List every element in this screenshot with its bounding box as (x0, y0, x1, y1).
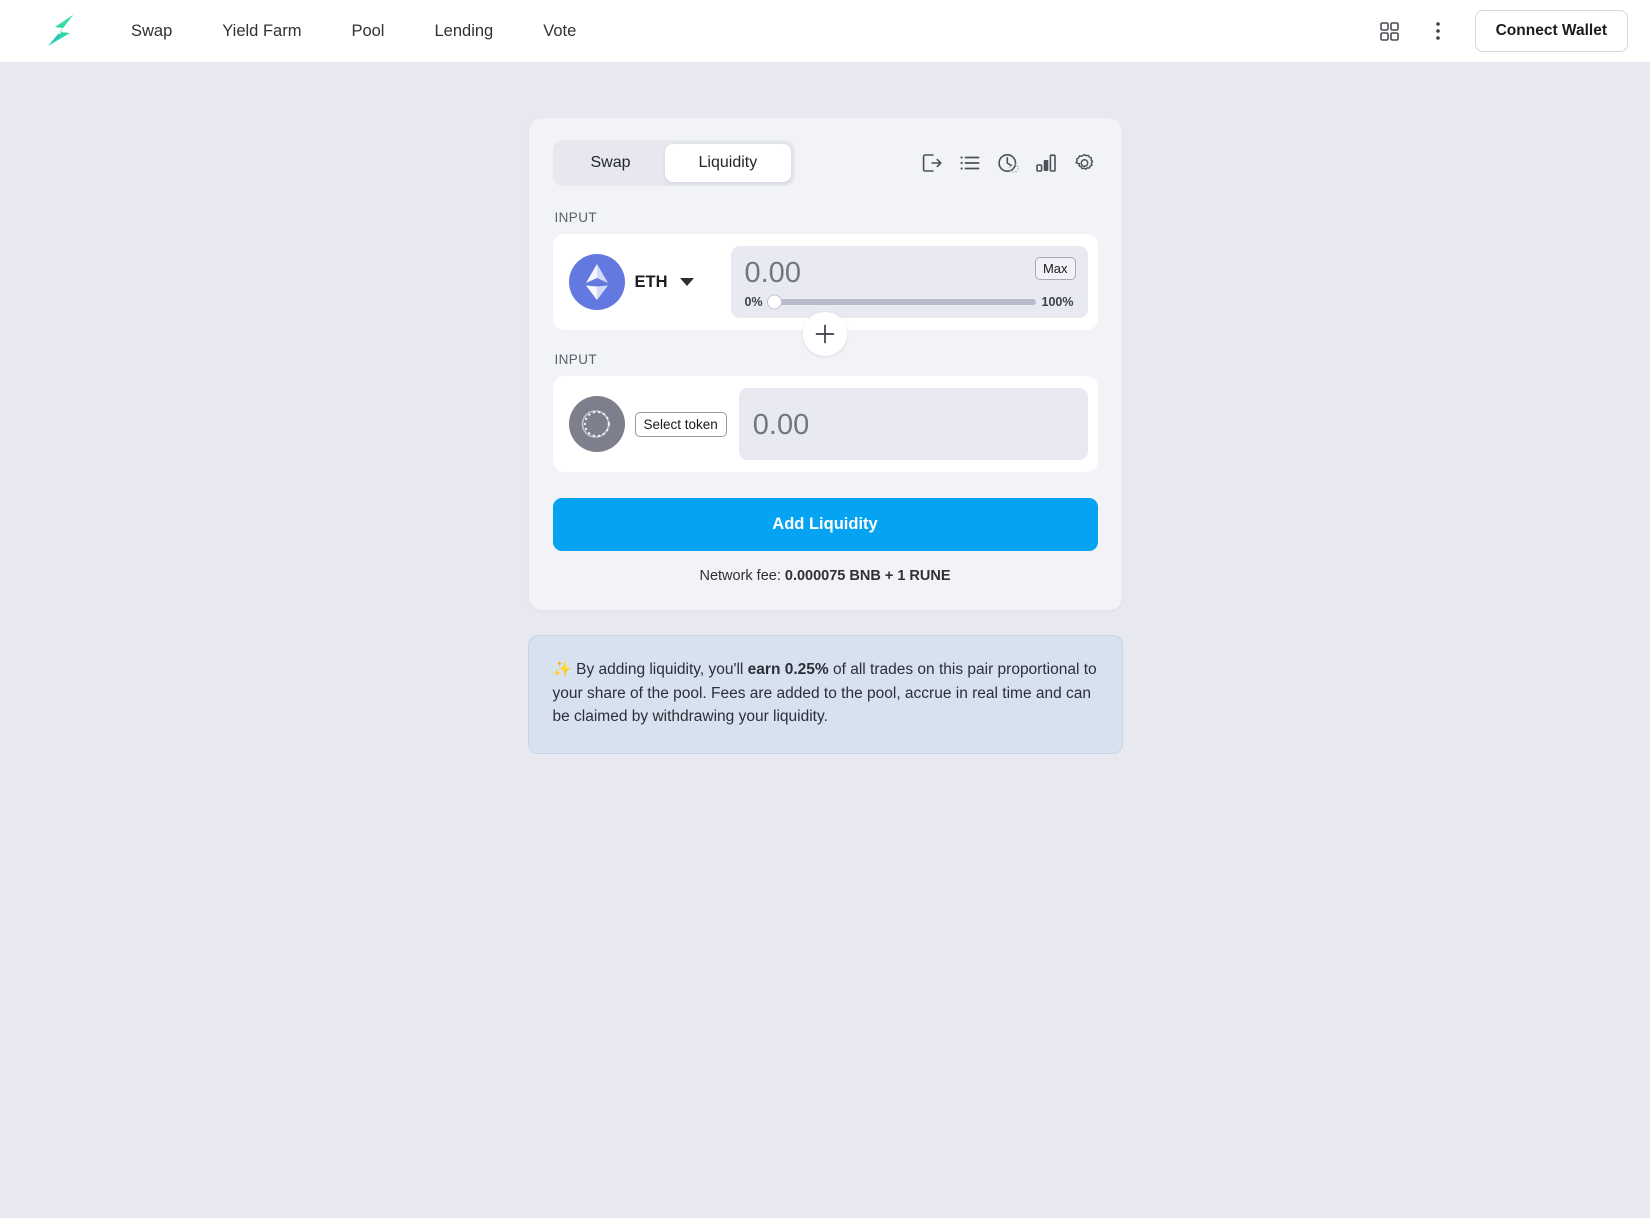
chart-bars-icon[interactable] (1035, 152, 1057, 174)
nav-link-pool[interactable]: Pool (326, 14, 409, 49)
swap-liquidity-tabs: Swap Liquidity (552, 140, 796, 186)
add-token-plus-button[interactable] (803, 312, 847, 356)
input-two-amount-box[interactable]: 0.00 (738, 388, 1088, 460)
input-two-row: Select token 0.00 (552, 376, 1098, 472)
token-symbol-eth: ETH (634, 272, 668, 291)
slider-thumb[interactable] (766, 294, 782, 310)
plus-icon (815, 324, 835, 344)
card-header: Swap Liquidity (552, 140, 1098, 186)
app-logo[interactable] (40, 10, 82, 52)
liquidity-info-banner: ✨ By adding liquidity, you'll earn 0.25%… (527, 635, 1123, 754)
max-button[interactable]: Max (1034, 257, 1076, 280)
slider-min-label: 0% (744, 295, 763, 310)
tab-swap[interactable]: Swap (557, 144, 665, 182)
token-selector-empty[interactable]: Select token (568, 396, 727, 452)
input-one-label: INPUT (554, 210, 597, 225)
slider-max-label: 100% (1041, 295, 1074, 310)
nav-link-swap[interactable]: Swap (106, 14, 197, 49)
add-liquidity-button[interactable]: Add Liquidity (552, 498, 1098, 551)
network-fee-line: Network fee: 0.000075 BNB + 1 RUNE (553, 568, 1098, 584)
percent-slider[interactable]: 0% 100% (744, 294, 1074, 310)
top-navbar: Swap Yield Farm Pool Lending Vote Connec… (0, 0, 1650, 63)
nav-link-lending[interactable]: Lending (409, 14, 518, 49)
banner-highlight: earn 0.25% (747, 661, 829, 678)
banner-text-start: By adding liquidity, you'll (571, 661, 748, 678)
tab-liquidity[interactable]: Liquidity (664, 144, 792, 182)
settings-gear-icon[interactable] (1073, 152, 1096, 175)
page-body: Swap Liquidity INPUT ETH 0.00 Max 0% 100… (0, 63, 1650, 754)
nav-link-vote[interactable]: Vote (518, 14, 601, 49)
grid-apps-icon[interactable] (1375, 16, 1405, 46)
slider-track[interactable] (766, 294, 1036, 310)
history-clock-icon[interactable] (997, 152, 1019, 174)
nav-link-yield-farm[interactable]: Yield Farm (197, 14, 326, 49)
list-icon[interactable] (959, 152, 981, 174)
liquidity-card: Swap Liquidity INPUT ETH 0.00 Max 0% 100… (527, 117, 1123, 611)
input-one-amount-box[interactable]: 0.00 Max 0% 100% (730, 246, 1088, 318)
more-vertical-icon[interactable] (1423, 16, 1453, 46)
token-selector-eth[interactable]: ETH (568, 254, 719, 310)
input-one-amount[interactable]: 0.00 (745, 257, 1074, 290)
nav-links: Swap Yield Farm Pool Lending Vote (106, 14, 601, 49)
placeholder-coin-icon (568, 396, 625, 452)
sparkle-icon: ✨ (552, 661, 572, 678)
input-two-amount[interactable]: 0.00 (753, 409, 809, 442)
connect-wallet-button[interactable]: Connect Wallet (1474, 10, 1628, 52)
select-token-button[interactable]: Select token (634, 411, 727, 437)
chevron-down-icon (679, 278, 694, 286)
network-fee-value: 0.000075 BNB + 1 RUNE (784, 568, 951, 584)
nav-right-group: Connect Wallet (1375, 10, 1628, 52)
lightning-bolt-logo-icon (48, 15, 73, 46)
card-header-icons (921, 152, 1098, 175)
ethereum-icon (568, 254, 625, 310)
network-fee-label: Network fee: (699, 568, 785, 584)
export-icon[interactable] (921, 152, 943, 174)
